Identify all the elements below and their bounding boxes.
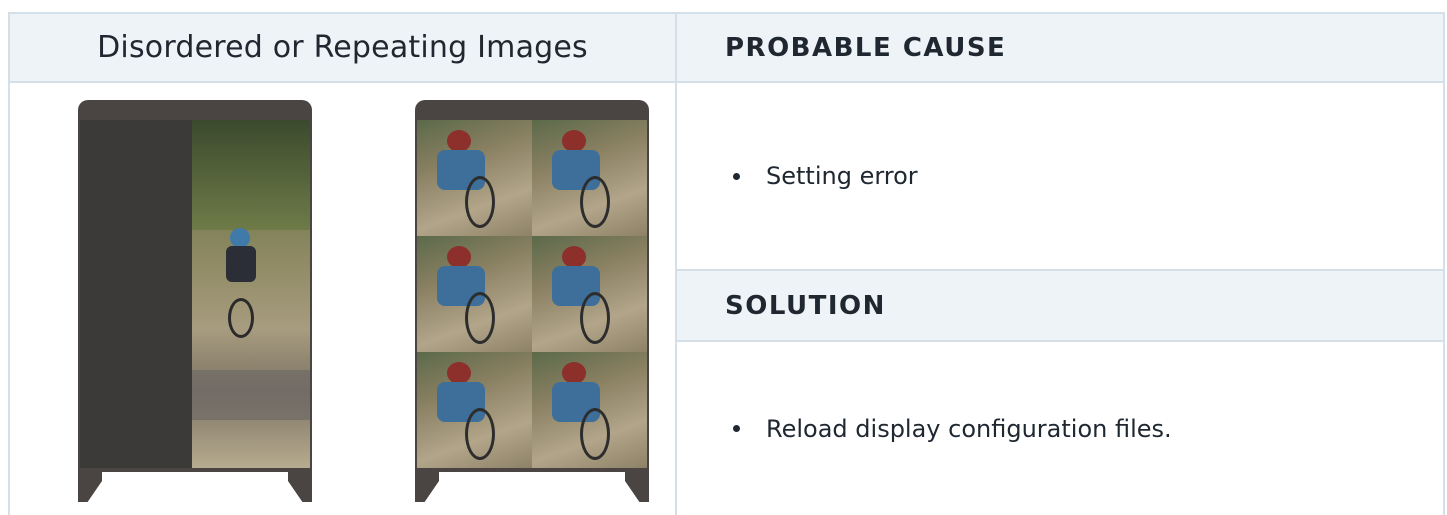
solution-header: SOLUTION xyxy=(677,269,1445,342)
cabinet-feet xyxy=(415,472,649,502)
bullet-icon xyxy=(733,425,740,432)
symptom-title: Disordered or Repeating Images xyxy=(97,30,588,65)
cabinet-frame xyxy=(415,100,649,472)
solution-label: SOLUTION xyxy=(725,290,886,321)
solution-text: Reload display configuration files. xyxy=(766,414,1172,443)
cabinet-feet xyxy=(78,472,312,502)
symptom-header: Disordered or Repeating Images xyxy=(8,12,677,83)
display-screen xyxy=(417,120,647,468)
cause-text: Setting error xyxy=(766,162,918,190)
symptom-illustrations xyxy=(8,83,677,515)
disordered-image-cabinet xyxy=(78,100,312,502)
solution-body: Reload display configuration files. xyxy=(677,342,1445,515)
bullet-icon xyxy=(733,172,740,180)
probable-cause-label: PROBABLE CAUSE xyxy=(725,32,1007,63)
cause-list-item: Setting error xyxy=(733,162,918,190)
display-screen xyxy=(80,120,310,468)
probable-cause-body: Setting error xyxy=(677,83,1445,269)
probable-cause-header: PROBABLE CAUSE xyxy=(677,12,1445,83)
repeating-image-cabinet xyxy=(415,100,649,502)
solution-list-item: Reload display configuration files. xyxy=(733,415,1172,443)
cyclist-photo xyxy=(192,120,310,468)
troubleshooting-table: Disordered or Repeating Images PROBABLE … xyxy=(8,12,1445,515)
blank-region xyxy=(80,120,192,468)
cabinet-frame xyxy=(78,100,312,472)
